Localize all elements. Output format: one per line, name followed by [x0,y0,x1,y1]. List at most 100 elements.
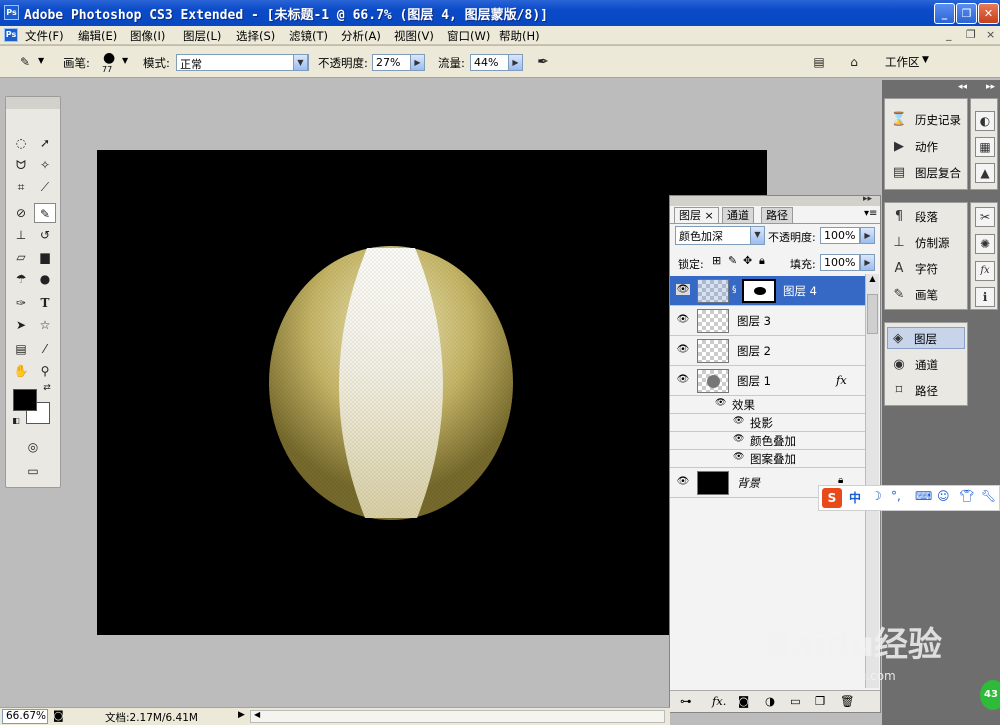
restore-button[interactable]: ❐ [956,3,977,24]
airbrush-icon[interactable]: ✒ [532,52,554,72]
dock-item-paths[interactable]: ⌑ 路径 [889,380,969,402]
eyedropper-tool-icon[interactable]: ⁄ [34,339,56,359]
layer-opacity-input[interactable]: 100% [820,227,860,244]
add-mask-icon[interactable]: ◙ [738,694,749,708]
layers-panel-header[interactable] [670,196,880,206]
pen-tool-icon[interactable]: ✑ [10,293,32,313]
effect-row-drop-shadow[interactable]: 👁︎ 投影 [670,414,865,432]
ime-moon-icon[interactable]: ☽ [871,489,882,503]
tab-channels[interactable]: 通道 [722,207,754,223]
effect-row-color-overlay[interactable]: 👁︎ 颜色叠加 [670,432,865,450]
swap-colors-icon[interactable]: ⇄ [40,381,54,395]
mask-link-icon[interactable]: § [732,285,737,295]
visibility-eye-icon[interactable]: 👁︎ [676,314,690,325]
panel-collapse-icon[interactable]: ▸▸ [863,194,872,204]
tab-paths[interactable]: 路径 [761,207,793,223]
link-layers-icon[interactable]: ⊶ [680,694,692,708]
tool-preset-dropdown-icon[interactable]: ▼ [38,56,44,65]
dock-item-layers[interactable]: ◈ 图层 [887,327,965,349]
layer-row-2[interactable]: 👁︎ 图层 2 [670,336,865,366]
dock-item-layer-comps[interactable]: ▤ 图层复合 [889,162,969,184]
ime-keyboard-icon[interactable]: ⌨ [915,489,932,503]
menu-filter[interactable]: 滤镜(T) [289,28,328,44]
menu-help[interactable]: 帮助(H) [499,28,540,44]
visibility-eye-icon[interactable]: 👁︎ [676,344,690,355]
swatches-icon[interactable]: ▦ [975,137,995,157]
fill-input[interactable]: 100% [820,254,860,271]
menu-analysis[interactable]: 分析(A) [341,28,381,44]
clone-stamp-tool-icon[interactable]: ⊥ [10,225,32,245]
notes-tool-icon[interactable]: ▤ [10,339,32,359]
visibility-eye-icon[interactable]: 👁︎ [676,476,690,487]
layer-1-thumbnail[interactable] [697,369,729,393]
layer-row-1[interactable]: 👁︎ 图层 1 fx [670,366,865,396]
foreground-color-swatch-top[interactable] [13,389,37,411]
dock-item-paragraph[interactable]: ¶ 段落 [889,206,969,228]
add-style-icon[interactable]: fx. [712,694,726,708]
menu-file[interactable]: 文件(F) [25,28,64,44]
menu-image[interactable]: 图像(I) [130,28,165,44]
effect-eye-icon[interactable]: 👁︎ [733,434,744,444]
shape-tool-icon[interactable]: ☆ [34,315,56,335]
hand-tool-icon[interactable]: ✋ [10,361,32,381]
layer-row-3[interactable]: 👁︎ 图层 3 [670,306,865,336]
info-target-icon[interactable]: ✺ [975,234,995,254]
flow-input[interactable]: 44% [470,54,510,71]
layer-2-thumbnail[interactable] [697,339,729,363]
layer-mask-thumbnail[interactable] [742,279,776,303]
ime-user-icon[interactable]: ☺ [937,489,950,503]
badge-circle[interactable]: 43 [980,680,1000,710]
brush-tool-icon[interactable]: ✎ [14,52,36,72]
adjustment-layer-icon[interactable]: ◑ [765,694,775,708]
mode-dropdown-icon[interactable]: ▼ [293,54,308,71]
quick-mask-icon[interactable]: ◎ [22,437,44,457]
brush-tool-active-icon[interactable]: ✎ [34,203,56,223]
doc-restore-button[interactable]: ❐ [966,28,976,41]
fill-slider-icon[interactable]: ▶ [860,254,875,271]
menu-view[interactable]: 视图(V) [394,28,434,44]
visibility-eye-icon[interactable]: 👁︎ [676,374,690,385]
lasso-tool-icon[interactable]: ᗢ [10,155,32,175]
layer-4-name[interactable]: 图层 4 [783,283,817,299]
dock-item-clone-source[interactable]: ⊥ 仿制源 [889,232,969,254]
healing-brush-tool-icon[interactable]: ⊘ [10,203,32,223]
move-tool-icon[interactable]: ➚ [34,133,56,153]
flow-slider-icon[interactable]: ▶ [508,54,523,71]
scroll-left-icon[interactable]: ◀ [254,710,260,719]
horizontal-scrollbar[interactable]: ◀ [250,710,665,723]
workspace-dropdown-icon[interactable]: ▼ [922,55,929,65]
doc-close-button[interactable]: × [986,28,995,41]
gradient-tool-icon[interactable]: ▆ [34,247,56,267]
layer-opacity-slider-icon[interactable]: ▶ [860,227,875,244]
ime-skin-icon[interactable]: 👕︎ [959,489,974,503]
status-menu-icon[interactable]: ▶ [238,710,245,720]
doc-minimize-button[interactable]: _ [946,28,952,41]
tool-presets-icon[interactable]: ✂ [975,207,995,227]
screen-mode-icon[interactable]: ▭ [22,461,44,481]
effect-eye-icon[interactable]: 👁︎ [733,416,744,426]
layer-2-name[interactable]: 图层 2 [737,343,771,359]
lock-image-icon[interactable]: ✎ [728,254,737,267]
toolbox-header[interactable] [6,97,60,109]
dock-collapse-right-icon[interactable]: ▸▸ [986,82,995,92]
effect-eye-icon[interactable]: 👁︎ [733,452,744,462]
histogram-icon[interactable]: ▲ [975,163,995,183]
brush-preview-icon[interactable]: ● [103,50,115,66]
dock-item-actions[interactable]: ▶ 动作 [889,136,969,158]
zoom-tool-icon[interactable]: ⚲ [34,361,56,381]
menu-window[interactable]: 窗口(W) [447,28,490,44]
workspace-button[interactable]: 工作区 [885,54,920,70]
zoom-input[interactable]: 66.67% [2,709,48,724]
effects-row[interactable]: 👁︎ 效果 [670,396,865,414]
dock-item-history[interactable]: ⌛ 历史记录 [889,109,969,131]
dock-item-brushes[interactable]: ✎ 画笔 [889,284,969,306]
delete-layer-icon[interactable]: 🗑︎ [840,694,855,708]
slice-tool-icon[interactable]: ⟋ [34,177,56,197]
document-canvas[interactable] [97,150,767,635]
tab-layers[interactable]: 图层 × [674,207,719,223]
scroll-up-icon[interactable]: ▲ [867,274,878,288]
panel-menu-icon[interactable]: ▾≡ [864,208,877,219]
mode-select[interactable]: 正常 [176,54,309,71]
blur-tool-icon[interactable]: ☂ [10,269,32,289]
info-icon[interactable]: ℹ [975,287,995,307]
